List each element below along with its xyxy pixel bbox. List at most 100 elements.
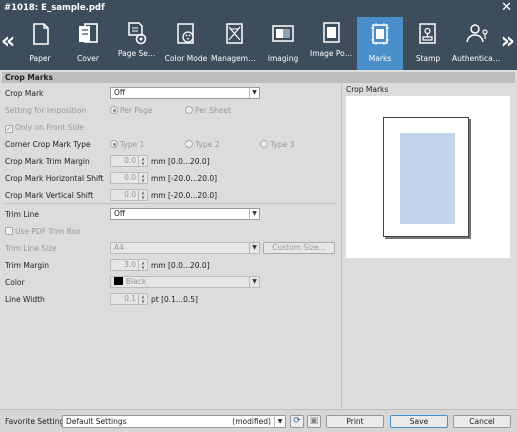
section-divider <box>5 203 335 204</box>
field-value: 0.1 <box>124 294 136 303</box>
image-position-icon <box>322 22 340 43</box>
favorite-setting-label: Favorite Setting <box>5 417 65 426</box>
divider <box>341 83 342 409</box>
h-shift-input[interactable]: 0.0 ▲ ▼ <box>110 172 148 184</box>
radio-per-sheet[interactable]: Per Sheet <box>185 106 231 115</box>
spinner-icon[interactable]: ▲ ▼ <box>138 294 147 304</box>
radio-type-2[interactable]: Type 2 <box>185 140 219 149</box>
spinner-icon[interactable]: ▲ ▼ <box>138 260 147 270</box>
checkbox-label: Use PDF Trim Box <box>15 227 81 236</box>
stamp-icon <box>419 23 436 44</box>
spinner-icon[interactable]: ▲ ▼ <box>138 173 147 183</box>
tab-imaging[interactable]: Imaging <box>263 17 303 70</box>
unit-label: mm [-20.0...20.0] <box>151 191 218 200</box>
field-value: 3.0 <box>124 260 136 269</box>
corner-type-label: Corner Crop Mark Type <box>5 140 91 149</box>
tab-label: Color Mode <box>164 54 208 63</box>
only-front-side-checkbox[interactable]: ✓ Only on Front Side <box>5 123 84 133</box>
tab-stamp[interactable]: Stamp <box>408 17 448 70</box>
trim-line-select[interactable]: Off ▼ <box>110 208 260 220</box>
checkmark-icon: ✓ <box>5 125 13 133</box>
tab-color-mode[interactable]: Color Mode <box>162 17 210 70</box>
unit-label: mm [0.0...20.0] <box>151 261 210 270</box>
color-swatch <box>114 277 123 285</box>
favorite-value: Default Settings <box>66 417 127 426</box>
favorite-setting-select[interactable]: Default Settings (modified) ▼ <box>62 415 286 428</box>
tab-authentication[interactable]: Authenticat... <box>451 17 503 70</box>
color-value: Black <box>126 277 147 286</box>
management-icon <box>226 23 243 44</box>
save-button[interactable]: Save <box>390 415 448 428</box>
tab-label: Management <box>211 54 260 63</box>
cover-icon <box>79 23 98 43</box>
tab-cover[interactable]: Cover <box>70 17 106 70</box>
h-shift-label: Crop Mark Horizontal Shift <box>5 174 104 183</box>
trim-line-label: Trim Line <box>5 210 39 219</box>
chevron-down-icon: ▼ <box>249 88 259 98</box>
print-button[interactable]: Print <box>326 415 384 428</box>
line-width-input[interactable]: 0.1 ▲ ▼ <box>110 293 148 305</box>
tab-label: Paper <box>29 54 51 63</box>
refresh-icon[interactable]: ⟳ <box>290 415 304 428</box>
unit-label: mm [-20.0...20.0] <box>151 174 218 183</box>
scroll-right-icon[interactable]: » <box>501 29 515 55</box>
tab-management[interactable]: Management <box>210 17 260 70</box>
tab-label: Authenticat... <box>452 54 503 63</box>
modified-label: (modified) <box>232 417 271 426</box>
chevron-down-icon: ▼ <box>249 209 259 219</box>
tab-label: Image Position <box>310 49 354 58</box>
trim-size-label: Trim Line Size <box>5 244 57 253</box>
v-shift-label: Crop Mark Vertical Shift <box>5 191 94 200</box>
tab-image-position[interactable]: Image Position <box>309 17 354 70</box>
title-bar: #1018: E_sample.pdf ✕ <box>0 0 517 17</box>
cancel-button[interactable]: Cancel <box>453 415 511 428</box>
spinner-icon[interactable]: ▲ ▼ <box>138 190 147 200</box>
imaging-icon <box>272 25 294 42</box>
radio-selected-icon <box>110 106 118 114</box>
trim-margin-input[interactable]: 0.0 ▲ ▼ <box>110 155 148 167</box>
color-select[interactable]: Black ▼ <box>110 276 260 288</box>
field-value: 0.0 <box>124 190 136 199</box>
trim-size-value: A4 <box>114 243 124 252</box>
custom-size-button[interactable]: Custom Size... <box>263 242 335 254</box>
color-label: Color <box>5 278 25 287</box>
trim-margin2-input[interactable]: 3.0 ▲ ▼ <box>110 259 148 271</box>
tab-label: Cover <box>77 54 99 63</box>
trim-margin2-label: Trim Margin <box>5 261 49 270</box>
crop-mark-select[interactable]: Off ▼ <box>110 87 260 99</box>
tab-label: Stamp <box>415 54 441 63</box>
radio-label: Per Sheet <box>195 106 232 115</box>
scroll-left-icon[interactable]: « <box>1 29 15 55</box>
save-favorite-icon[interactable]: ▣ <box>307 415 321 428</box>
spinner-icon[interactable]: ▲ ▼ <box>138 156 147 166</box>
radio-label: Type 2 <box>195 140 220 149</box>
close-icon[interactable]: ✕ <box>501 1 512 15</box>
preview-paper <box>383 117 469 237</box>
radio-label: Type 3 <box>270 140 295 149</box>
window-title: #1018: E_sample.pdf <box>4 3 105 13</box>
chevron-down-icon: ▼ <box>249 243 259 253</box>
trim-line-value: Off <box>114 209 126 218</box>
trim-size-select[interactable]: A4 ▼ <box>110 242 260 254</box>
tab-page-settings[interactable]: Page Settings <box>117 17 157 70</box>
radio-type-1[interactable]: Type 1 <box>110 140 144 149</box>
radio-type-3[interactable]: Type 3 <box>260 140 294 149</box>
checkbox-label: Only on Front Side <box>15 123 84 132</box>
chevron-down-icon: ▼ <box>249 277 259 287</box>
marks-icon <box>371 23 389 45</box>
authentication-icon <box>466 24 488 43</box>
trim-margin-label: Crop Mark Trim Margin <box>5 157 90 166</box>
radio-per-page[interactable]: Per Page <box>110 106 153 115</box>
tab-paper[interactable]: Paper <box>22 17 58 70</box>
tab-marks[interactable]: Marks <box>357 17 403 70</box>
tab-label: Imaging <box>267 54 299 63</box>
field-value: 0.0 <box>124 156 136 165</box>
toolbar: « Paper Cover Page Settings Color Mode M… <box>0 17 517 70</box>
radio-icon <box>260 140 268 148</box>
radio-selected-icon <box>110 140 118 148</box>
use-pdf-trim-box-checkbox[interactable]: Use PDF Trim Box <box>5 227 81 236</box>
crop-mark-value: Off <box>114 88 126 97</box>
radio-label: Per Page <box>120 106 153 115</box>
chevron-down-icon: ▼ <box>274 416 285 427</box>
v-shift-input[interactable]: 0.0 ▲ ▼ <box>110 189 148 201</box>
